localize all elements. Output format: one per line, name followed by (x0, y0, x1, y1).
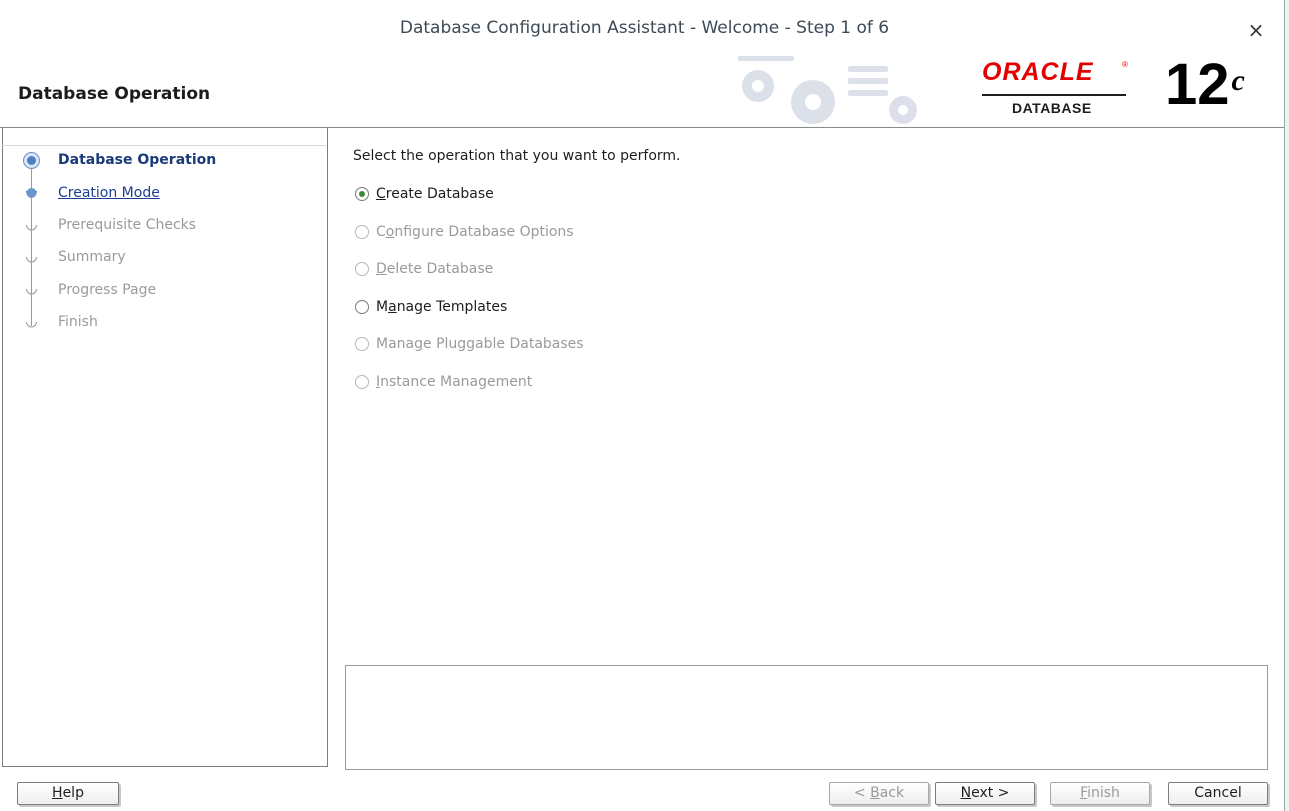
step-creation-mode[interactable]: Creation Mode (58, 185, 160, 201)
oracle-logo: ORACLE ® DATABASE (982, 58, 1162, 120)
window-right-edge (1284, 0, 1289, 811)
sidebar-divider (2, 145, 326, 146)
option-label: Instance Management (376, 374, 533, 390)
pending-step-icon (26, 321, 37, 328)
close-button[interactable]: × (1244, 18, 1268, 42)
radio-button (355, 375, 369, 389)
version-suffix: c (1231, 64, 1245, 97)
option-label: Create Database (376, 186, 494, 202)
option-label: Delete Database (376, 261, 494, 277)
close-icon: × (1247, 18, 1265, 42)
radio-button (355, 337, 369, 351)
pending-step-icon (26, 224, 37, 231)
step-finish: Finish (58, 314, 98, 330)
option-instance-management: Instance Management (355, 371, 532, 393)
step-progress-page: Progress Page (58, 282, 157, 298)
radio-button[interactable] (355, 300, 369, 314)
window-title: Database Configuration Assistant - Welco… (399, 18, 890, 38)
option-label: Manage Pluggable Databases (376, 336, 584, 352)
help-button[interactable]: Help (17, 782, 119, 805)
window-titlebar: Database Configuration Assistant - Welco… (0, 0, 1289, 62)
logo-divider (982, 94, 1126, 96)
page-title: Database Operation (18, 84, 211, 104)
main-content: Select the operation that you want to pe… (345, 128, 1275, 770)
gears-icon (738, 56, 917, 124)
oracle-database-label: DATABASE (1012, 100, 1092, 116)
page-header: Database Operation ORACLE ® DATABASE (0, 56, 1289, 128)
instruction-text: Select the operation that you want to pe… (353, 148, 681, 164)
option-create-database[interactable]: Create Database (355, 183, 494, 205)
step-database-operation[interactable]: Database Operation (58, 152, 216, 168)
next-button[interactable]: Next > (935, 782, 1035, 805)
option-manage-pluggable-databases: Manage Pluggable Databases (355, 333, 584, 355)
registered-mark: ® (1122, 60, 1128, 69)
finish-button: Finish (1050, 782, 1150, 805)
oracle-wordmark: ORACLE (982, 58, 1094, 86)
radio-button (355, 262, 369, 276)
step-prerequisite-checks: Prerequisite Checks (58, 217, 197, 233)
step-summary: Summary (58, 249, 126, 265)
version-badge: 12c (1165, 56, 1245, 114)
radio-button (355, 225, 369, 239)
option-manage-templates[interactable]: Manage Templates (355, 296, 507, 318)
radio-button-selected[interactable] (355, 187, 369, 201)
current-step-icon (23, 152, 40, 169)
completed-step-icon (26, 188, 37, 198)
pending-step-icon (26, 288, 37, 295)
version-number: 12 (1165, 52, 1230, 117)
message-pane (345, 665, 1268, 770)
option-configure-database-options: Configure Database Options (355, 221, 574, 243)
option-label: Manage Templates (376, 299, 508, 315)
option-label: Configure Database Options (376, 224, 574, 240)
pending-step-icon (26, 256, 37, 263)
cancel-button[interactable]: Cancel (1168, 782, 1268, 805)
back-button: < Back (829, 782, 929, 805)
option-delete-database: Delete Database (355, 258, 493, 280)
